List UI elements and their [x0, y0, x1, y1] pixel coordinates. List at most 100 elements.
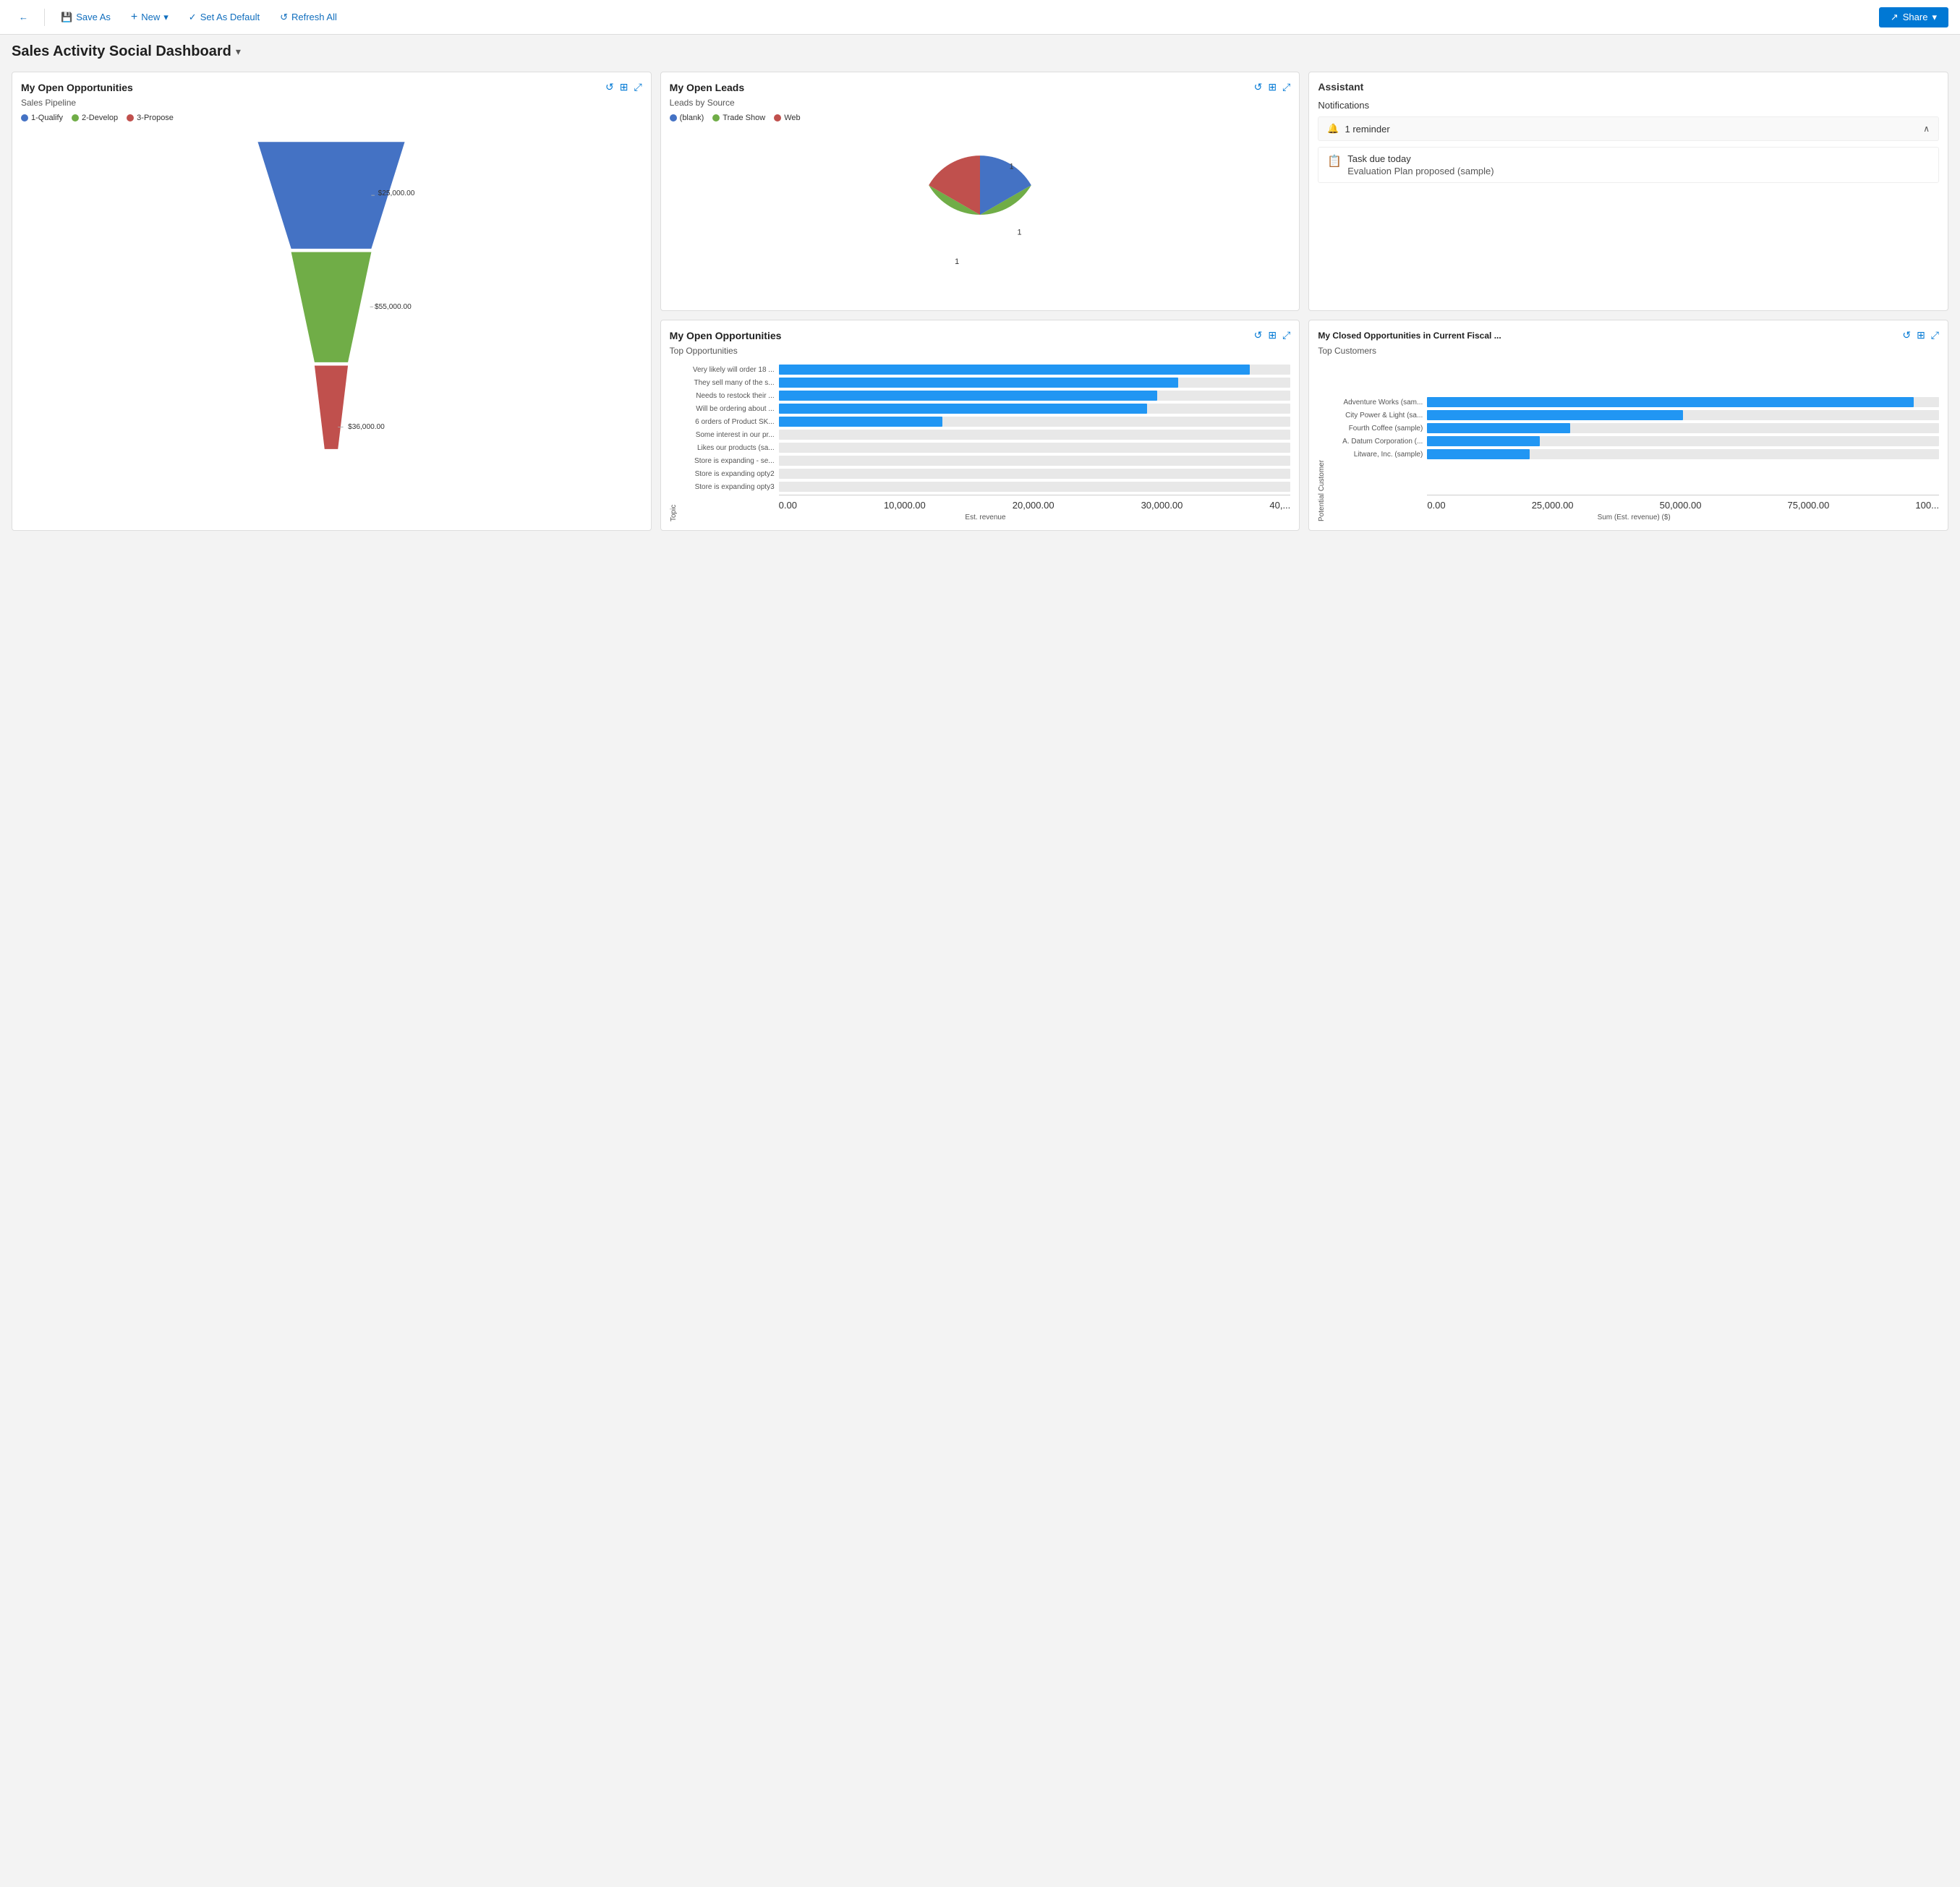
opp-expand-icon[interactable]: ⤢	[634, 81, 642, 93]
leads-expand-icon[interactable]: ⤢	[1282, 81, 1290, 93]
share-button[interactable]: ↗ Share ▾	[1879, 7, 1948, 27]
reminder-label: 1 reminder	[1345, 124, 1390, 135]
page-title-chevron-icon[interactable]: ▾	[236, 46, 241, 58]
reminder-bar[interactable]: 🔔 1 reminder ∧	[1318, 116, 1939, 141]
bar-row-7: Likes our products (sa...	[681, 443, 1291, 453]
opp-refresh-icon[interactable]: ↺	[605, 81, 614, 93]
task-icon: 📋	[1327, 154, 1342, 169]
legend-qualify: 1-Qualify	[21, 114, 63, 122]
open-opp-header: My Open Opportunities ↺ ⊞ ⤢	[21, 81, 642, 93]
bar-row-3: Needs to restock their ...	[681, 391, 1291, 401]
legend-develop-dot	[72, 114, 79, 122]
legend-develop: 2-Develop	[72, 114, 118, 122]
legend-blank-label: (blank)	[680, 114, 704, 122]
top-opp-view-icon[interactable]: ⊞	[1268, 329, 1277, 341]
new-label: New	[141, 12, 160, 22]
legend-tradeshow-label: Trade Show	[723, 114, 765, 122]
closed-bar-row-4: A. Datum Corporation (...	[1329, 436, 1939, 446]
closed-x-tick-0: 0.00	[1427, 500, 1445, 511]
save-as-icon: 💾	[61, 12, 72, 23]
funnel-segment-develop[interactable]	[291, 252, 372, 362]
bar-row-9: Store is expanding opty2	[681, 469, 1291, 479]
top-opp-expand-icon[interactable]: ⤢	[1282, 329, 1290, 341]
closed-x-tick-1: 25,000.00	[1532, 500, 1574, 511]
top-opp-bars-section: Very likely will order 18 ... They sell …	[681, 362, 1291, 521]
x-tick-4: 40,...	[1269, 500, 1290, 511]
bar-fill-1	[779, 365, 1250, 375]
open-leads-icons: ↺ ⊞ ⤢	[1254, 81, 1291, 93]
top-opp-icons: ↺ ⊞ ⤢	[1254, 329, 1291, 341]
open-opp-subtitle: Sales Pipeline	[21, 98, 642, 108]
share-chevron-icon: ▾	[1932, 12, 1937, 23]
leads-view-icon[interactable]: ⊞	[1268, 81, 1277, 93]
share-label: Share	[1903, 12, 1928, 22]
closed-opp-refresh-icon[interactable]: ↺	[1902, 329, 1911, 341]
top-opp-title: My Open Opportunities	[670, 330, 782, 341]
top-opp-bar-chart: Very likely will order 18 ... They sell …	[681, 362, 1291, 492]
back-button[interactable]: ←	[12, 8, 35, 26]
closed-opp-header: My Closed Opportunities in Current Fisca…	[1318, 329, 1939, 341]
funnel-svg: $25,000.00 $55,000.00 $36,000.00	[244, 135, 418, 482]
page-title: Sales Activity Social Dashboard	[12, 43, 231, 60]
pie-chart: 1 1 1	[670, 128, 1291, 302]
top-opp-subtitle: Top Opportunities	[670, 346, 1291, 356]
closed-bar-row-2: City Power & Light (sa...	[1329, 410, 1939, 420]
funnel-segment-propose[interactable]	[315, 365, 348, 448]
task-secondary: Evaluation Plan proposed (sample)	[1347, 166, 1494, 176]
pie-label-3: 1	[955, 257, 959, 266]
legend-develop-label: 2-Develop	[82, 114, 118, 122]
funnel-chart: $25,000.00 $55,000.00 $36,000.00	[21, 128, 642, 521]
legend-qualify-dot	[21, 114, 28, 122]
top-opp-refresh-icon[interactable]: ↺	[1254, 329, 1263, 341]
pie-label-1: 1	[1010, 162, 1014, 171]
task-text: Task due today Evaluation Plan proposed …	[1347, 153, 1494, 176]
closed-opp-view-icon[interactable]: ⊞	[1917, 329, 1925, 341]
open-opp-icons: ↺ ⊞ ⤢	[605, 81, 642, 93]
legend-propose: 3-Propose	[127, 114, 174, 122]
funnel-label-develop: $55,000.00	[375, 303, 412, 311]
x-tick-2: 20,000.00	[1013, 500, 1054, 511]
legend-qualify-label: 1-Qualify	[31, 114, 63, 122]
open-leads-header: My Open Leads ↺ ⊞ ⤢	[670, 81, 1291, 93]
refresh-all-label: Refresh All	[291, 12, 337, 22]
funnel-label-qualify: $25,000.00	[378, 189, 415, 197]
top-opp-x-axis: 0.00 10,000.00 20,000.00 30,000.00 40,..…	[681, 500, 1291, 511]
save-as-button[interactable]: 💾 Save As	[54, 8, 118, 27]
legend-blank-dot	[670, 114, 677, 122]
closed-opp-subtitle: Top Customers	[1318, 346, 1939, 356]
closed-opp-x-axis: 0.00 25,000.00 50,000.00 75,000.00 100..…	[1329, 500, 1939, 511]
leads-refresh-icon[interactable]: ↺	[1254, 81, 1263, 93]
funnel-label-propose: $36,000.00	[348, 423, 385, 431]
assistant-title: Assistant	[1318, 81, 1939, 93]
closed-bar-fill-1	[1427, 397, 1913, 407]
legend-tradeshow: Trade Show	[712, 114, 765, 122]
closed-bar-fill-4	[1427, 436, 1540, 446]
reminder-bar-left: 🔔 1 reminder	[1327, 123, 1389, 135]
set-default-button[interactable]: ✓ Set As Default	[182, 8, 267, 27]
open-leads-title: My Open Leads	[670, 82, 744, 93]
open-leads-legend: (blank) Trade Show Web	[670, 114, 1291, 122]
x-tick-3: 30,000.00	[1141, 500, 1183, 511]
opp-view-icon[interactable]: ⊞	[620, 81, 629, 93]
bar-row-8: Store is expanding - se...	[681, 456, 1291, 466]
closed-opp-bars-section: Adventure Works (sam... City Power & Lig…	[1329, 362, 1939, 521]
bar-row-4: Will be ordering about ...	[681, 404, 1291, 414]
open-leads-card: My Open Leads ↺ ⊞ ⤢ Leads by Source (bla…	[660, 72, 1300, 311]
closed-bar-fill-3	[1427, 423, 1570, 433]
closed-opp-expand-icon[interactable]: ⤢	[1931, 329, 1939, 341]
closed-opp-title: My Closed Opportunities in Current Fisca…	[1318, 331, 1501, 341]
bar-fill-5	[779, 417, 942, 427]
legend-web-label: Web	[784, 114, 800, 122]
closed-opp-x-axis-label: Sum (Est. revenue) ($)	[1329, 514, 1939, 521]
assistant-card: Assistant Notifications 🔔 1 reminder ∧ 📋…	[1308, 72, 1948, 311]
top-opp-x-axis-label: Est. revenue	[681, 514, 1291, 521]
legend-propose-label: 3-Propose	[137, 114, 174, 122]
task-primary: Task due today	[1347, 153, 1494, 164]
closed-opportunities-card: My Closed Opportunities in Current Fisca…	[1308, 320, 1948, 531]
new-button[interactable]: + New ▾	[124, 7, 176, 27]
closed-bar-row-5: Litware, Inc. (sample)	[1329, 449, 1939, 459]
refresh-all-button[interactable]: ↺ Refresh All	[273, 8, 344, 27]
closed-x-tick-2: 50,000.00	[1660, 500, 1702, 511]
legend-web: Web	[774, 114, 800, 122]
legend-tradeshow-dot	[712, 114, 720, 122]
